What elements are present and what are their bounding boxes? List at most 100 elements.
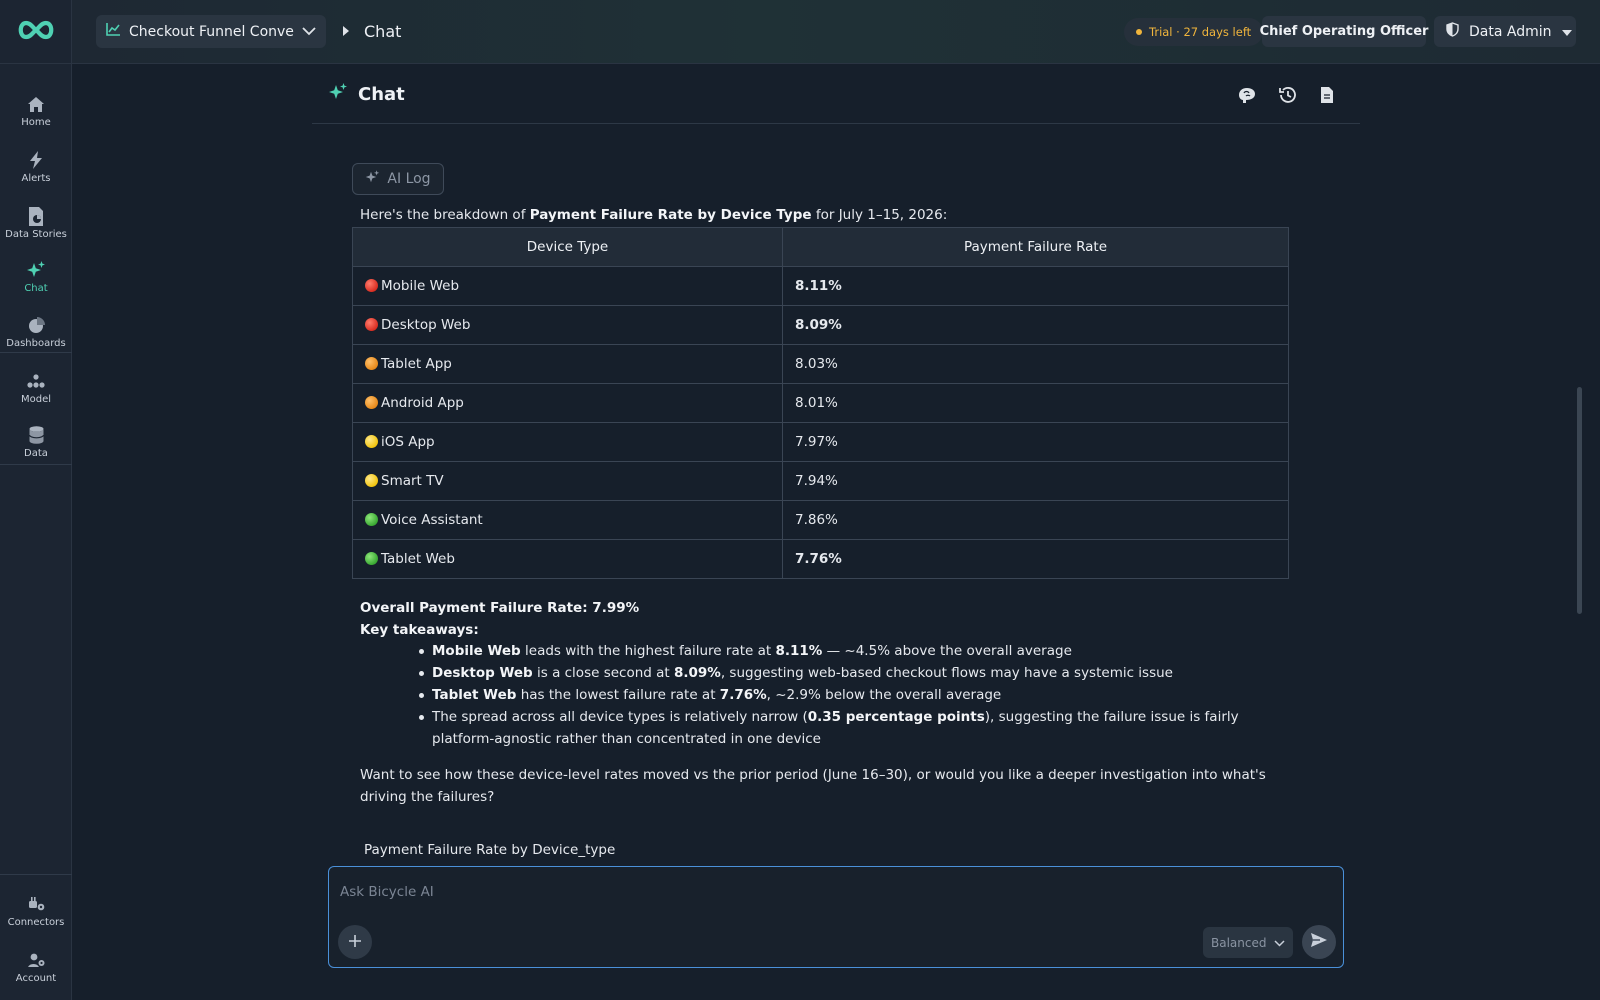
sidebar-item-label: Home	[21, 117, 51, 128]
home-icon	[26, 94, 46, 114]
document-icon[interactable]	[1316, 84, 1338, 106]
app-logo[interactable]	[0, 0, 72, 64]
project-selector[interactable]: Checkout Funnel Conver...	[96, 15, 326, 48]
green-circle-icon	[365, 513, 378, 526]
table-row: Smart TV 7.94%	[352, 461, 1289, 501]
rate-cell: 8.09%	[782, 305, 1289, 345]
plus-icon	[348, 933, 362, 952]
takeaways-list: Mobile Web leads with the highest failur…	[419, 640, 1272, 750]
breadcrumb-arrow-icon	[342, 22, 350, 41]
device-name: Mobile Web	[381, 278, 460, 294]
rate-cell: 8.11%	[782, 266, 1289, 306]
scrollbar[interactable]	[1577, 387, 1582, 614]
rate-cell: 7.97%	[782, 422, 1289, 462]
list-item: Mobile Web leads with the highest failur…	[419, 640, 1272, 662]
top-bar: Checkout Funnel Conver... Chat Trial · 2…	[72, 0, 1600, 64]
sidebar-item-data[interactable]: Data	[0, 415, 72, 469]
trial-dot-icon	[1136, 29, 1142, 35]
model-nodes-icon	[26, 371, 46, 391]
infinity-logo-icon	[16, 19, 56, 45]
sidebar-item-account[interactable]: Account	[0, 940, 72, 994]
sidebar-item-label: Chat	[24, 283, 48, 294]
yellow-circle-icon	[365, 474, 378, 487]
yellow-circle-icon	[365, 435, 378, 448]
sidebar-item-connectors[interactable]: Connectors	[0, 884, 72, 938]
sidebar-item-dashboards[interactable]: Dashboards	[0, 305, 72, 359]
table-row: Desktop Web 8.09%	[352, 305, 1289, 345]
project-name: Checkout Funnel Conver...	[129, 23, 294, 40]
device-cell: Voice Assistant	[352, 500, 783, 540]
trial-text: Trial · 27 days left	[1149, 25, 1252, 39]
brain-icon[interactable]	[1236, 84, 1258, 106]
device-name: Tablet App	[381, 356, 452, 372]
database-icon	[26, 425, 46, 445]
sidebar-item-model[interactable]: Model	[0, 361, 72, 415]
orange-circle-icon	[365, 357, 378, 370]
list-item: The spread across all device types is re…	[419, 706, 1272, 750]
send-icon	[1310, 932, 1328, 952]
sidebar-item-label: Alerts	[21, 173, 51, 184]
followup-question: Want to see how these device-level rates…	[360, 767, 1266, 805]
history-icon[interactable]	[1276, 84, 1298, 106]
table-row: Tablet Web 7.76%	[352, 539, 1289, 579]
overall-rate: Overall Payment Failure Rate: 7.99%	[360, 600, 640, 616]
chat-input[interactable]	[340, 881, 1320, 903]
failure-rate-table: Device Type Payment Failure Rate Mobile …	[352, 227, 1289, 579]
chat-title: Chat	[358, 83, 405, 105]
add-attachment-button[interactable]	[338, 925, 372, 959]
sidebar-item-chat[interactable]: Chat	[0, 250, 72, 304]
device-cell: iOS App	[352, 422, 783, 462]
device-name: Tablet Web	[381, 551, 455, 567]
document-chart-icon	[26, 206, 46, 226]
device-cell: Tablet App	[352, 344, 783, 384]
sparkles-icon	[365, 170, 380, 188]
device-name: Desktop Web	[381, 317, 471, 333]
rate-cell: 7.76%	[782, 539, 1289, 579]
sidebar-item-data-stories[interactable]: Data Stories	[0, 196, 72, 250]
orange-circle-icon	[365, 396, 378, 409]
sidebar-item-alerts[interactable]: Alerts	[0, 140, 72, 194]
takeaways-title: Key takeaways:	[360, 622, 479, 638]
sidebar-item-home[interactable]: Home	[0, 84, 72, 138]
sidebar-item-label: Connectors	[7, 917, 65, 928]
role-selector[interactable]: Chief Operating Officer	[1260, 16, 1428, 47]
device-cell: Mobile Web	[352, 266, 783, 306]
column-header: Payment Failure Rate	[782, 227, 1289, 267]
list-item: Desktop Web is a close second at 8.09%, …	[419, 662, 1272, 684]
send-button[interactable]	[1302, 925, 1336, 959]
trial-badge[interactable]: Trial · 27 days left	[1124, 18, 1264, 46]
sparkles-icon	[26, 260, 46, 280]
table-row: Tablet App 8.03%	[352, 344, 1289, 384]
admin-menu[interactable]: Data Admin	[1434, 16, 1576, 47]
red-circle-icon	[365, 318, 378, 331]
chevron-down-icon	[1274, 936, 1285, 950]
summary-block: Overall Payment Failure Rate: 7.99% Key …	[360, 597, 639, 641]
sidebar-item-label: Data	[24, 448, 48, 459]
chart-caption: Payment Failure Rate by Device_type	[364, 842, 616, 858]
shield-icon	[1446, 22, 1459, 41]
device-name: Voice Assistant	[381, 512, 483, 528]
column-header: Device Type	[352, 227, 783, 267]
device-name: iOS App	[381, 434, 435, 450]
chat-composer: Balanced	[328, 866, 1344, 968]
ai-log-button[interactable]: AI Log	[352, 163, 444, 195]
sidebar-item-label: Account	[15, 973, 57, 984]
table-row: Android App 8.01%	[352, 383, 1289, 423]
lightning-icon	[26, 150, 46, 170]
mode-selector[interactable]: Balanced	[1203, 927, 1293, 958]
device-cell: Tablet Web	[352, 539, 783, 579]
red-circle-icon	[365, 279, 378, 292]
device-cell: Desktop Web	[352, 305, 783, 345]
line-chart-icon	[106, 23, 121, 40]
green-circle-icon	[365, 552, 378, 565]
device-cell: Smart TV	[352, 461, 783, 501]
table-row: Mobile Web 8.11%	[352, 266, 1289, 306]
caret-down-icon	[1561, 24, 1572, 40]
device-cell: Android App	[352, 383, 783, 423]
list-item: Tablet Web has the lowest failure rate a…	[419, 684, 1272, 706]
table-row: Voice Assistant 7.86%	[352, 500, 1289, 540]
sparkles-icon	[328, 83, 348, 105]
table-header-row: Device Type Payment Failure Rate	[352, 227, 1289, 267]
ai-log-label: AI Log	[387, 171, 431, 187]
breadcrumb-current: Chat	[364, 22, 402, 41]
